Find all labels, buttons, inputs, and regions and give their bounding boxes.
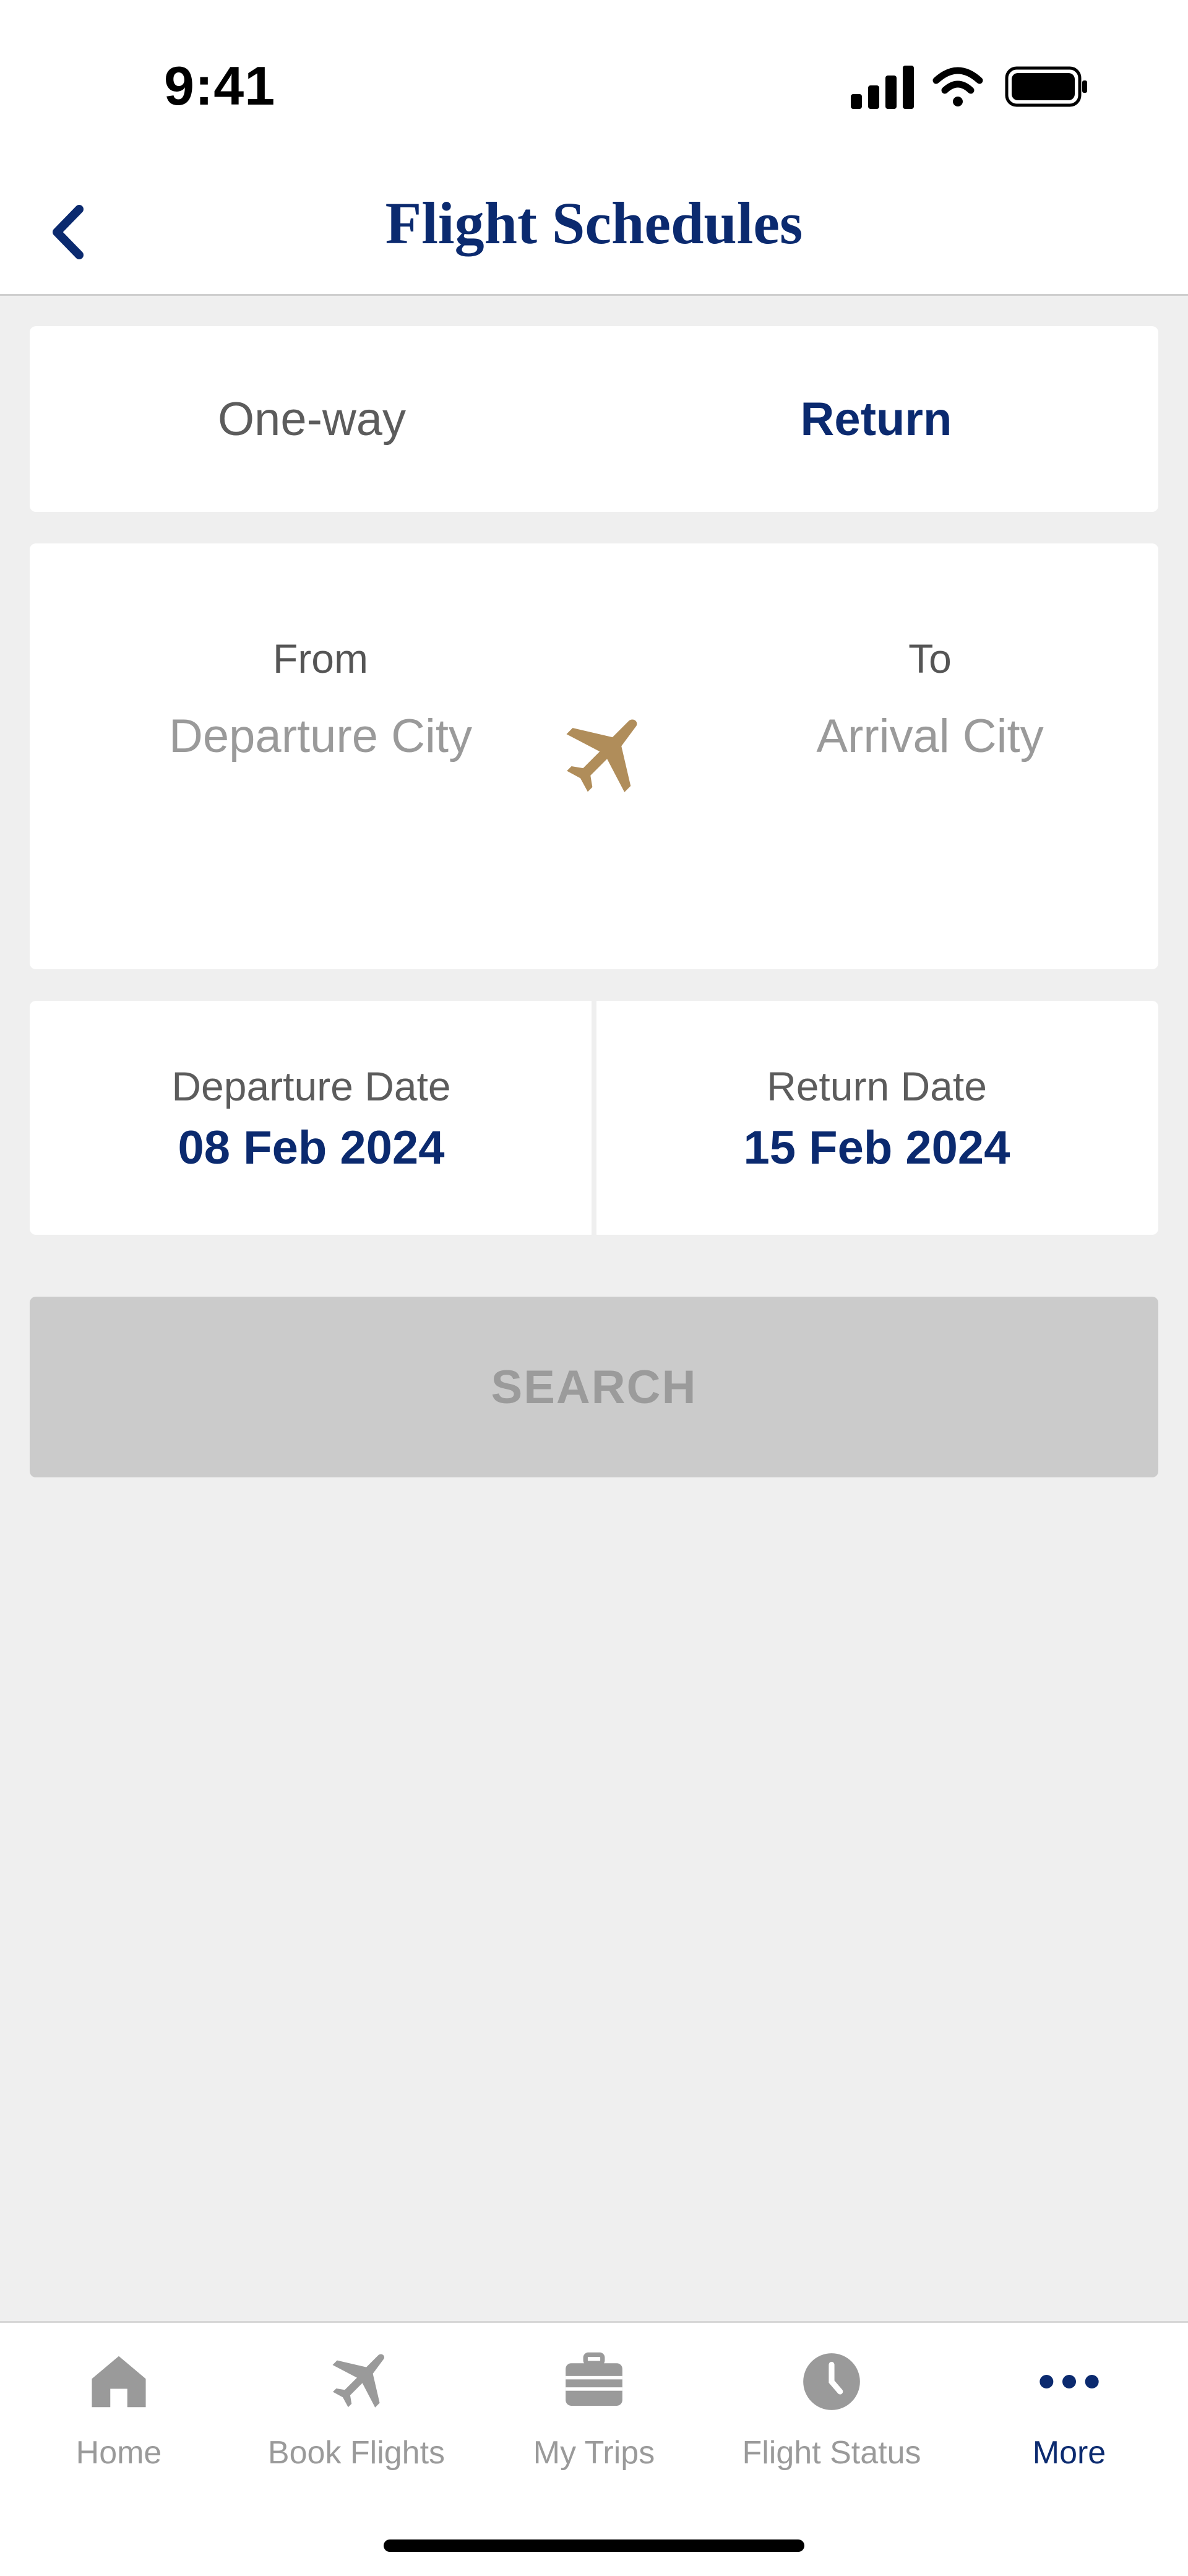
- tab-home[interactable]: Home: [0, 2323, 238, 2484]
- tab-label: Home: [75, 2435, 162, 2471]
- suitcase-icon: [566, 2352, 622, 2406]
- tab-label: Flight Status: [742, 2435, 921, 2471]
- departure-date-value: 08 Feb 2024: [178, 1122, 445, 1174]
- return-option[interactable]: Return: [594, 326, 1158, 512]
- navigation-bar: Flight Schedules: [0, 161, 1188, 296]
- tab-label: Book Flights: [267, 2435, 446, 2471]
- battery-icon: [1005, 66, 1087, 107]
- tab-book-flights[interactable]: Book Flights: [238, 2323, 475, 2484]
- tab-label: My Trips: [533, 2435, 655, 2471]
- departure-date-label: Departure Date: [171, 1063, 451, 1109]
- more-dots-icon: [1040, 2375, 1099, 2388]
- airplane-icon: [332, 2354, 385, 2408]
- airplane-icon[interactable]: [553, 711, 645, 803]
- to-field[interactable]: To Arrival City: [769, 543, 1091, 766]
- status-time: 9:41: [164, 55, 276, 116]
- one-way-option[interactable]: One-way: [30, 326, 594, 512]
- arrival-city-placeholder: Arrival City: [816, 710, 1044, 763]
- from-label: From: [273, 636, 368, 681]
- departure-date-field[interactable]: Departure Date 08 Feb 2024: [30, 1001, 593, 1235]
- tab-flight-status[interactable]: Flight Status: [713, 2323, 950, 2484]
- return-date-value: 15 Feb 2024: [743, 1122, 1010, 1174]
- tab-more[interactable]: More: [950, 2323, 1188, 2484]
- return-date-label: Return Date: [767, 1063, 987, 1109]
- tab-my-trips[interactable]: My Trips: [475, 2323, 713, 2484]
- return-date-field[interactable]: Return Date 15 Feb 2024: [595, 1001, 1158, 1235]
- to-label: To: [908, 636, 952, 681]
- departure-city-placeholder: Departure City: [169, 710, 472, 763]
- wifi-icon: [932, 67, 983, 106]
- search-button[interactable]: SEARCH: [30, 1297, 1158, 1477]
- trip-type-toggle: One-way Return: [30, 326, 1158, 512]
- clock-icon: [803, 2353, 860, 2410]
- page-title: Flight Schedules: [385, 190, 803, 256]
- tab-bar: Home Book Flights My Trips Flight Status…: [0, 2321, 1188, 2576]
- home-icon: [92, 2356, 146, 2408]
- dates-card: Departure Date 08 Feb 2024 Return Date 1…: [30, 1001, 1158, 1235]
- tab-label: More: [1032, 2435, 1106, 2471]
- signal-icon: [851, 66, 914, 109]
- from-field[interactable]: From Departure City: [160, 543, 481, 766]
- home-indicator: [384, 2539, 804, 2552]
- status-icons: [851, 66, 1087, 109]
- status-bar: 9:41: [0, 0, 1188, 161]
- route-card: From Departure City To Arrival City: [30, 543, 1158, 969]
